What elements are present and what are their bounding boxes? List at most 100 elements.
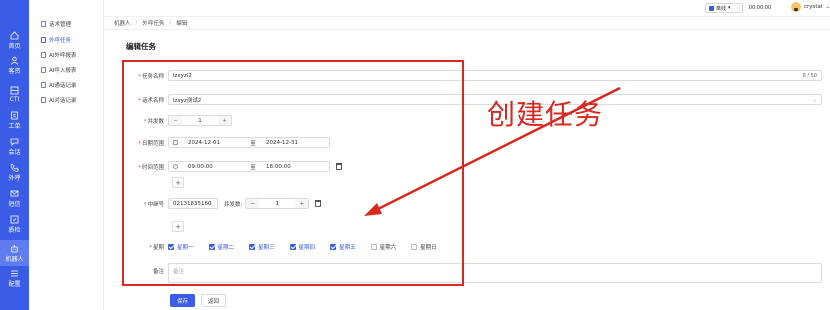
checkbox-unchecked-icon: [370, 244, 377, 250]
main-nav-rail: 首页 客资 CTI 工单 会话 外呼 短信 质检 机器人 配置: [0, 0, 29, 310]
form-row-weekdays: *星期 星期一 星期二 星期三 星期四 星期五 星期六 星期日: [122, 243, 452, 251]
robot-submenu: 话术管理 外呼任务 AI外呼报表 AI呼入报表 AI通话记录 AI对话记录: [29, 0, 104, 310]
checkbox-label: 星期二: [217, 245, 235, 251]
username: crystal: [804, 4, 823, 10]
submenu-item-ai-inbound-report[interactable]: AI呼入报表: [41, 66, 76, 74]
submenu-label: AI外呼报表: [49, 53, 77, 59]
page-title: 编辑任务: [126, 42, 156, 51]
back-button[interactable]: 返回: [201, 294, 226, 307]
annotation-label: 创建任务: [487, 98, 604, 131]
breadcrumb-item: 编辑: [176, 21, 188, 27]
relay-concurrency-value[interactable]: 1: [259, 201, 295, 207]
form-row-time-range: *时间范围 09:00:00 至 18:00:00: [122, 161, 342, 172]
submenu-item-outbound-tasks[interactable]: 外呼任务: [41, 36, 71, 44]
checkbox-thursday[interactable]: 星期四: [289, 243, 316, 251]
breadcrumb-item[interactable]: 外呼任务: [142, 19, 164, 27]
minus-button[interactable]: −: [246, 199, 260, 208]
checkbox-wednesday[interactable]: 星期三: [249, 243, 275, 251]
time-separator: 至: [250, 164, 256, 171]
clock-icon: [173, 164, 178, 169]
checkbox-checked-icon: [330, 244, 337, 250]
task-name-input[interactable]: lzxyzl2 6 / 50: [168, 70, 822, 81]
time-range-picker[interactable]: 09:00:00 至 18:00:00: [168, 161, 330, 172]
user-menu[interactable]: crystal ⌄: [791, 2, 830, 12]
rail-item-sms[interactable]: 短信: [0, 186, 29, 210]
time-range-label: *时间范围: [138, 164, 164, 171]
task-name-value: lzxyzl2: [173, 72, 192, 79]
submenu-label: 话术管理: [49, 22, 72, 28]
avatar: [791, 2, 801, 12]
concurrency-stepper[interactable]: − 1 +: [168, 115, 232, 126]
home-icon: [10, 30, 19, 40]
time-end: 18:00:00: [266, 163, 291, 170]
submenu-item-scripts[interactable]: 话术管理: [41, 20, 71, 28]
rail-item-inspect[interactable]: 质检: [0, 212, 29, 236]
chat-icon: [10, 137, 19, 146]
checkbox-sunday[interactable]: 星期日: [411, 243, 437, 251]
rail-label: 短信: [8, 200, 21, 208]
minus-button[interactable]: −: [169, 116, 182, 125]
rail-item-settings[interactable]: 配置: [0, 266, 29, 290]
date-start: 2024-12-01: [188, 139, 220, 146]
phone-icon: [10, 163, 19, 172]
document-icon: [41, 52, 46, 58]
submenu-label: AI呼入报表: [49, 68, 77, 74]
agent-status-select[interactable]: 离线 ▾: [705, 3, 743, 13]
chevron-down-icon: ⌄: [812, 97, 817, 103]
relay-concurrency-stepper[interactable]: − 1 +: [245, 198, 310, 209]
chevron-down-icon: ⌄: [825, 4, 830, 10]
form-row-note: 备注 备注: [122, 263, 822, 283]
submenu-item-ai-dialog-records[interactable]: AI对话记录: [41, 96, 76, 104]
add-relay-button[interactable]: +: [172, 221, 184, 232]
checkbox-label: 星期六: [379, 245, 397, 251]
note-textarea[interactable]: 备注: [168, 263, 822, 283]
rail-label: 机器人: [5, 255, 24, 263]
top-bar: 离线 ▾ 00:00:00 crystal ⌄: [104, 0, 830, 16]
rail-item-ticket[interactable]: 工单: [0, 108, 29, 132]
save-button[interactable]: 保存: [170, 294, 195, 307]
document-icon: [41, 97, 46, 103]
script-label: *话术名称: [138, 97, 164, 104]
submenu-item-ai-call-records[interactable]: AI通话记录: [41, 81, 76, 89]
document-icon: [41, 21, 46, 27]
document-icon: [41, 82, 46, 88]
checkbox-label: 星期一: [177, 245, 194, 251]
date-separator: 至: [250, 140, 256, 147]
relay-select[interactable]: 02131835160 ⌄: [168, 198, 218, 209]
rail-item-cti[interactable]: CTI: [0, 82, 29, 106]
date-range-picker[interactable]: 2024-12-01 至 2024-12-31: [168, 137, 330, 148]
concurrency-value[interactable]: 1: [182, 118, 218, 124]
form-row-task-name: *任务名称 lzxyzl2 6 / 50: [122, 70, 822, 81]
submenu-item-ai-outbound-report[interactable]: AI外呼报表: [41, 51, 76, 59]
checkbox-checked-icon: [168, 244, 174, 250]
ticket-icon: [10, 111, 19, 120]
task-name-label: *任务名称: [138, 73, 164, 80]
checkbox-friday[interactable]: 星期五: [330, 243, 356, 251]
plus-button[interactable]: +: [295, 199, 309, 208]
submenu-label: AI通话记录: [49, 83, 77, 89]
note-label: 备注: [152, 269, 164, 275]
add-time-range-button[interactable]: +: [172, 177, 184, 188]
checkbox-label: 星期四: [298, 245, 316, 251]
document-icon: [41, 67, 46, 73]
breadcrumb-separator: /: [169, 20, 172, 26]
checkbox-monday[interactable]: 星期一: [168, 243, 194, 251]
checkbox-saturday[interactable]: 星期六: [370, 243, 397, 251]
plus-button[interactable]: +: [218, 116, 231, 125]
rail-item-clients[interactable]: 客资: [0, 53, 29, 77]
rail-item-home[interactable]: 首页: [0, 28, 29, 52]
rail-label: 质检: [8, 226, 21, 234]
rail-item-outbound[interactable]: 外呼: [0, 160, 29, 184]
breadcrumb-item[interactable]: 机器人: [114, 19, 131, 27]
checkbox-checked-icon: [289, 244, 296, 250]
breadcrumb: 机器人 / 外呼任务 / 编辑: [104, 16, 830, 30]
relay-label: *中继号: [143, 201, 164, 208]
rail-item-robot[interactable]: 机器人: [0, 240, 29, 266]
rail-label: 会话: [8, 148, 21, 156]
rail-item-chat[interactable]: 会话: [0, 134, 29, 158]
delete-time-icon[interactable]: [336, 163, 342, 170]
delete-relay-icon[interactable]: [315, 200, 322, 207]
form-row-script: *话术名称 lzxyz测试2 ⌄: [122, 94, 822, 105]
form-row-relay: *中继号 02131835160 ⌄ 并发数: − 1 +: [122, 198, 322, 209]
checkbox-tuesday[interactable]: 星期二: [208, 243, 235, 251]
